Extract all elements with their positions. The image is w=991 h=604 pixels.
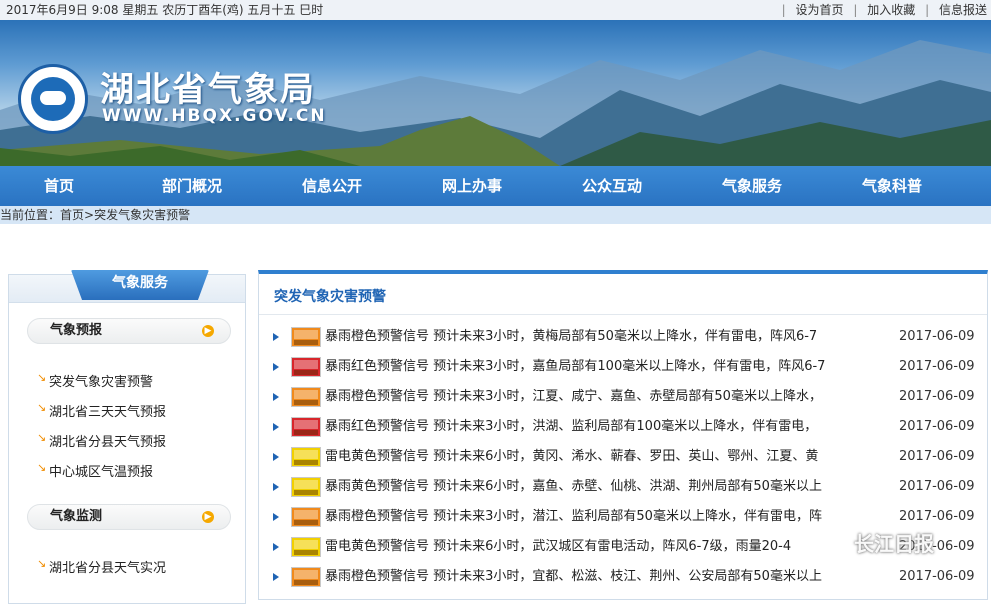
warning-row[interactable]: 暴雨橙色预警信号 预计未来3小时，黄梅局部有50毫米以上降水，伴有雷电，阵风6-… (273, 326, 979, 348)
warning-title-link[interactable]: 雷电黄色预警信号 预计未来6小时，武汉城区有雷电活动，阵风6-7级，雨量20-4 (325, 536, 865, 558)
sidebar-section-monitoring[interactable]: 气象监测 ▶ (27, 504, 231, 530)
bullet-triangle-icon (273, 573, 279, 581)
warning-signal-icon (291, 417, 321, 437)
breadcrumb-prefix: 当前位置： (0, 208, 61, 222)
warning-row[interactable]: 暴雨橙色预警信号 预计未来3小时，宜都、松滋、枝江、荆州、公安局部有50毫米以上… (273, 566, 979, 588)
set-homepage-link[interactable]: 设为首页 (796, 3, 844, 17)
top-info-bar: 2017年6月9日 9:08 星期五 农历丁酉年(鸡) 五月十五 巳时 | 设为… (0, 0, 991, 20)
warning-date: 2017-06-09 (899, 419, 975, 434)
bullet-triangle-icon (273, 543, 279, 551)
warning-title-link[interactable]: 暴雨橙色预警信号 预计未来3小时，宜都、松滋、枝江、荆州、公安局部有50毫米以上 (325, 566, 865, 588)
warning-date: 2017-06-09 (899, 479, 975, 494)
bullet-triangle-icon (273, 393, 279, 401)
bullet-triangle-icon (273, 333, 279, 341)
warning-row[interactable]: 雷电黄色预警信号 预计未来6小时，黄冈、浠水、蕲春、罗田、英山、鄂州、江夏、黄 2… (273, 446, 979, 468)
warning-title-link[interactable]: 暴雨橙色预警信号 预计未来3小时，潜江、监利局部有50毫米以上降水，伴有雷电，阵 (325, 506, 865, 528)
warning-signal-icon (291, 387, 321, 407)
nav-home[interactable]: 首页 (44, 166, 74, 206)
warning-title-link[interactable]: 暴雨黄色预警信号 预计未来6小时，嘉鱼、赤壁、仙桃、洪湖、荆州局部有50毫米以上 (325, 476, 865, 498)
warning-date: 2017-06-09 (899, 509, 975, 524)
nav-weather-service[interactable]: 气象服务 (722, 166, 782, 206)
site-title: 湖北省气象局 (100, 70, 316, 110)
sidebar-link-county-observation[interactable]: ↘ 湖北省分县天气实况 (37, 557, 166, 576)
warning-title-link[interactable]: 暴雨橙色预警信号 预计未来3小时，江夏、咸宁、嘉鱼、赤壁局部有50毫米以上降水， (325, 386, 865, 408)
arrow-icon: ↘ (37, 431, 47, 444)
arrow-icon: ↘ (37, 371, 47, 384)
warning-date: 2017-06-09 (899, 359, 975, 374)
arrow-right-icon: ▶ (202, 511, 214, 523)
warning-date: 2017-06-09 (899, 449, 975, 464)
sidebar-section-forecast[interactable]: 气象预报 ▶ (27, 318, 231, 344)
nav-info-public[interactable]: 信息公开 (302, 166, 362, 206)
header-banner: 湖北省气象局 WWW.HBQX.GOV.CN (0, 20, 991, 166)
arrow-right-icon: ▶ (202, 325, 214, 337)
nav-public-interaction[interactable]: 公众互动 (582, 166, 642, 206)
warning-row[interactable]: 暴雨橙色预警信号 预计未来3小时，江夏、咸宁、嘉鱼、赤壁局部有50毫米以上降水，… (273, 386, 979, 408)
cma-logo (18, 64, 88, 134)
arrow-icon: ↘ (37, 461, 47, 474)
wechat-icon (822, 535, 848, 556)
watermark: 长江日报 (822, 528, 934, 562)
warning-row[interactable]: 暴雨红色预警信号 预计未来3小时，嘉鱼局部有100毫米以上降水，伴有雷电，阵风6… (273, 356, 979, 378)
warning-signal-icon (291, 477, 321, 497)
warning-signal-icon (291, 507, 321, 527)
warning-date: 2017-06-09 (899, 329, 975, 344)
bullet-triangle-icon (273, 363, 279, 371)
bullet-triangle-icon (273, 423, 279, 431)
warning-title-link[interactable]: 雷电黄色预警信号 预计未来6小时，黄冈、浠水、蕲春、罗田、英山、鄂州、江夏、黄 (325, 446, 865, 468)
top-links: | 设为首页 | 加入收藏 | 信息报送 (781, 3, 987, 17)
main-nav: 首页 部门概况 信息公开 网上办事 公众互动 气象服务 气象科普 (0, 166, 991, 206)
bullet-triangle-icon (273, 513, 279, 521)
warning-date: 2017-06-09 (899, 389, 975, 404)
warning-signal-icon (291, 447, 321, 467)
datetime-text: 2017年6月9日 9:08 星期五 农历丁酉年(鸡) 五月十五 巳时 (6, 3, 324, 17)
warning-row[interactable]: 暴雨红色预警信号 预计未来3小时，洪湖、监利局部有100毫米以上降水，伴有雷电，… (273, 416, 979, 438)
breadcrumb-home[interactable]: 首页 (60, 208, 84, 222)
arrow-icon: ↘ (37, 557, 47, 570)
sidebar-link-county-forecast[interactable]: ↘ 湖北省分县天气预报 (37, 431, 166, 450)
sidebar-link-disaster-warning[interactable]: ↘ 突发气象灾害预警 (37, 371, 153, 390)
breadcrumb-separator: > (84, 208, 95, 222)
sidebar-title: 气象服务 (71, 270, 209, 300)
warning-title-link[interactable]: 暴雨红色预警信号 预计未来3小时，嘉鱼局部有100毫米以上降水，伴有雷电，阵风6… (325, 356, 865, 378)
bullet-triangle-icon (273, 453, 279, 461)
breadcrumb-current: 突发气象灾害预警 (94, 208, 191, 222)
warning-date: 2017-06-09 (899, 569, 975, 584)
sidebar-section-label: 气象预报 (50, 323, 103, 338)
warning-row[interactable]: 暴雨橙色预警信号 预计未来3小时，潜江、监利局部有50毫米以上降水，伴有雷电，阵… (273, 506, 979, 528)
sidebar-section-label: 气象监测 (50, 509, 103, 524)
sidebar-link-city-temp[interactable]: ↘ 中心城区气温预报 (37, 461, 153, 480)
info-submit-link[interactable]: 信息报送 (939, 3, 987, 17)
arrow-icon: ↘ (37, 401, 47, 414)
warning-signal-icon (291, 567, 321, 587)
sidebar-link-three-day[interactable]: ↘ 湖北省三天天气预报 (37, 401, 166, 420)
warning-signal-icon (291, 537, 321, 557)
warning-signal-icon (291, 357, 321, 377)
sidebar: 气象服务 气象预报 ▶ ↘ 突发气象灾害预警 ↘ 湖北省三天天气预报 ↘ 湖北省分县天… (8, 270, 246, 604)
warning-title-link[interactable]: 暴雨橙色预警信号 预计未来3小时，黄梅局部有50毫米以上降水，伴有雷电，阵风6-… (325, 326, 865, 348)
warning-title-link[interactable]: 暴雨红色预警信号 预计未来3小时，洪湖、监利局部有100毫米以上降水，伴有雷电， (325, 416, 865, 438)
bullet-triangle-icon (273, 483, 279, 491)
panel-title: 突发气象灾害预警 (274, 289, 386, 305)
warning-row[interactable]: 暴雨黄色预警信号 预计未来6小时，嘉鱼、赤壁、仙桃、洪湖、荆州局部有50毫米以上… (273, 476, 979, 498)
nav-department[interactable]: 部门概况 (162, 166, 222, 206)
add-favorite-link[interactable]: 加入收藏 (867, 3, 915, 17)
warning-signal-icon (291, 327, 321, 347)
breadcrumb: 当前位置：首页>突发气象灾害预警 (0, 206, 991, 224)
nav-online-service[interactable]: 网上办事 (442, 166, 502, 206)
watermark-text: 长江日报 (854, 532, 934, 556)
nav-weather-science[interactable]: 气象科普 (862, 166, 922, 206)
site-url: WWW.HBQX.GOV.CN (102, 106, 327, 126)
